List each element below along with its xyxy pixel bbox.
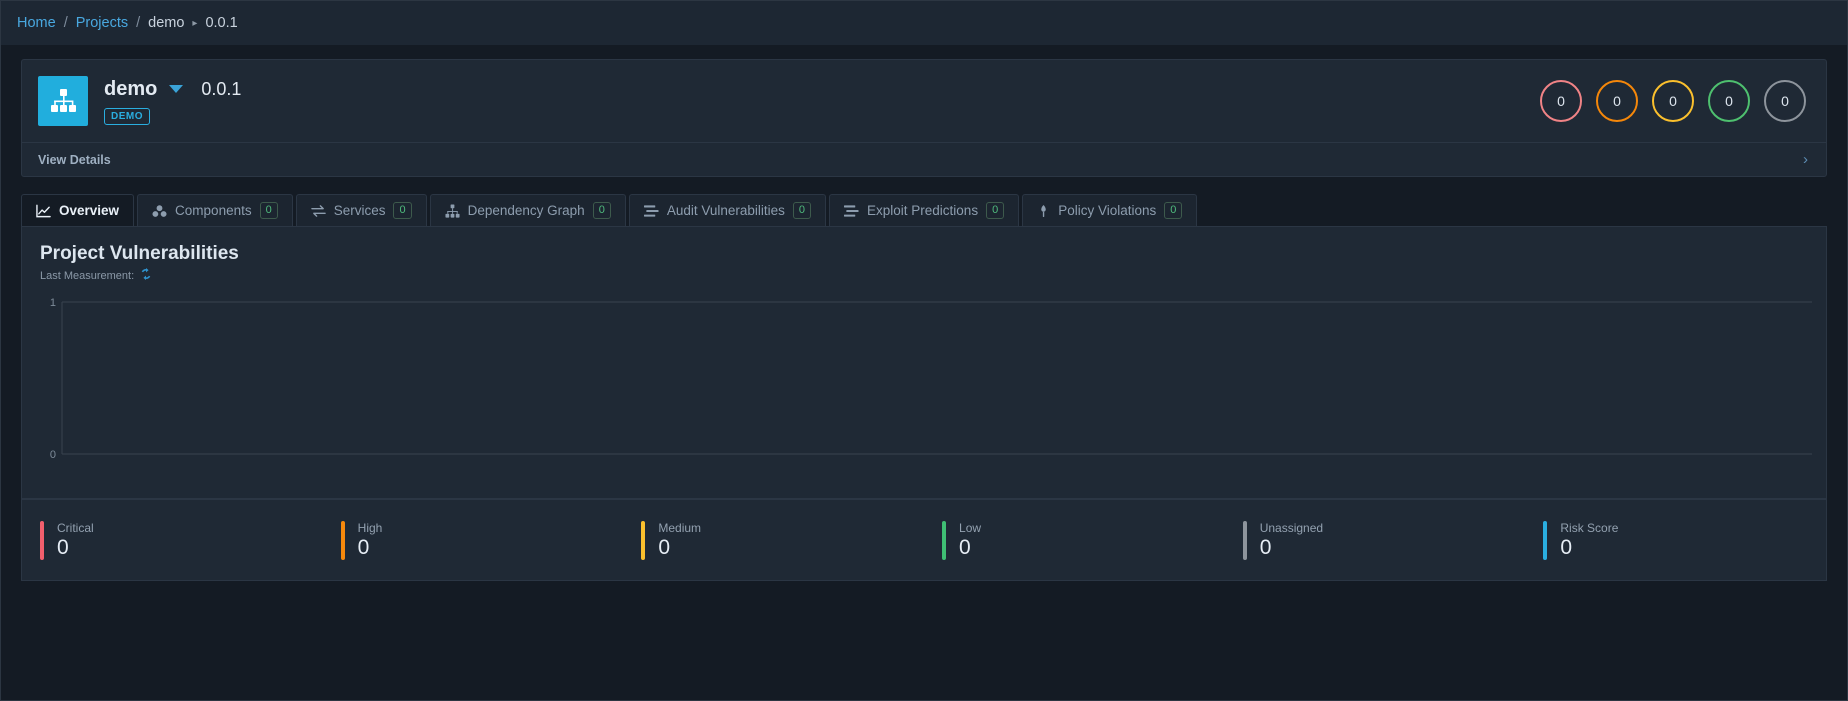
metric-medium: Medium 0 xyxy=(623,520,924,560)
breadcrumb-separator-1: / xyxy=(63,15,68,31)
chevron-down-icon[interactable] xyxy=(169,85,184,93)
severity-circle-unassigned[interactable]: 0 xyxy=(1764,80,1806,122)
metric-unassigned-bar xyxy=(1242,520,1247,560)
chart-line-icon xyxy=(36,204,51,218)
severity-circle-high[interactable]: 0 xyxy=(1596,80,1638,122)
metric-risk-score-value: 0 xyxy=(1560,535,1573,559)
chevron-right-icon[interactable]: › xyxy=(1803,151,1808,168)
page-root: Home / Projects / demo ▸ 0.0.1 demo 0.0.… xyxy=(0,0,1848,701)
severity-circles: 0 0 0 0 0 xyxy=(1540,80,1806,122)
y-axis-tick-1: 1 xyxy=(50,297,56,309)
list-icon xyxy=(844,204,859,218)
cubes-icon xyxy=(152,204,167,218)
gavel-icon xyxy=(1037,204,1050,218)
tab-dependency-graph-label: Dependency Graph xyxy=(467,203,585,218)
breadcrumb: Home / Projects / demo ▸ 0.0.1 xyxy=(1,1,1847,45)
tab-policy-violations-count: 0 xyxy=(1164,201,1183,220)
vulnerability-chart: 1 0 xyxy=(40,297,1812,482)
chart-svg: 1 0 xyxy=(50,297,1812,461)
y-axis-tick-0: 0 xyxy=(50,449,56,461)
breadcrumb-projects[interactable]: Projects xyxy=(76,15,128,31)
metric-risk-score-bar xyxy=(1543,520,1548,560)
page-title: demo xyxy=(104,77,158,100)
tab-overview[interactable]: Overview xyxy=(21,194,135,226)
project-meta: demo 0.0.1 DEMO xyxy=(104,78,241,125)
tab-audit-vulnerabilities-label: Audit Vulnerabilities xyxy=(666,203,785,218)
severity-circle-low[interactable]: 0 xyxy=(1708,80,1750,122)
tab-components[interactable]: Components 0 xyxy=(137,194,293,226)
tab-components-label: Components xyxy=(175,203,252,218)
tab-exploit-predictions-label: Exploit Predictions xyxy=(867,203,979,218)
panel-subtitle: Last Measurement: xyxy=(40,268,1808,283)
project-header-card: demo 0.0.1 DEMO 0 0 0 0 0 View Details › xyxy=(21,59,1827,177)
view-details-row[interactable]: View Details › xyxy=(22,142,1826,176)
exchange-icon xyxy=(310,204,326,218)
severity-circle-high-value: 0 xyxy=(1613,93,1621,109)
metric-high: High 0 xyxy=(323,520,624,560)
metric-low-bar xyxy=(942,520,947,560)
metric-medium-label: Medium xyxy=(658,520,702,535)
refresh-icon[interactable] xyxy=(140,268,152,283)
tab-exploit-predictions-count: 0 xyxy=(986,201,1005,220)
metric-risk-score-label: Risk Score xyxy=(1560,520,1619,535)
breadcrumb-project-name: demo xyxy=(148,15,185,31)
project-title-row: demo 0.0.1 xyxy=(104,78,241,101)
breadcrumb-home[interactable]: Home xyxy=(17,15,56,31)
tab-components-count: 0 xyxy=(259,201,278,220)
sitemap-icon xyxy=(38,76,88,126)
tab-policy-violations[interactable]: Policy Violations 0 xyxy=(1022,194,1198,226)
metric-critical-value: 0 xyxy=(57,535,69,559)
metric-high-bar xyxy=(340,520,345,560)
severity-circle-low-value: 0 xyxy=(1725,93,1733,109)
main-content: demo 0.0.1 DEMO 0 0 0 0 0 View Details › xyxy=(1,45,1847,581)
tab-services[interactable]: Services 0 xyxy=(295,194,427,226)
list-icon xyxy=(643,204,659,218)
tab-overview-label: Overview xyxy=(59,203,120,218)
metric-high-label: High xyxy=(357,520,383,535)
severity-metrics: Critical 0 High 0 Medium 0 Low 0 Unassig… xyxy=(21,499,1827,581)
tab-audit-vulnerabilities[interactable]: Audit Vulnerabilities 0 xyxy=(628,194,827,226)
view-details-label: View Details xyxy=(38,152,111,167)
metric-unassigned: Unassigned 0 xyxy=(1225,520,1526,560)
breadcrumb-version: 0.0.1 xyxy=(205,15,238,31)
severity-circle-unassigned-value: 0 xyxy=(1781,93,1789,109)
metric-critical-label: Critical xyxy=(57,520,94,535)
tab-exploit-predictions[interactable]: Exploit Predictions 0 xyxy=(829,194,1020,226)
status-badge: DEMO xyxy=(104,107,150,125)
metric-medium-value: 0 xyxy=(658,535,671,559)
metric-critical-bar xyxy=(40,520,44,560)
metric-medium-bar xyxy=(641,520,646,560)
breadcrumb-separator-2: / xyxy=(136,15,141,31)
severity-circle-medium[interactable]: 0 xyxy=(1652,80,1694,122)
tab-services-count: 0 xyxy=(393,201,412,220)
metric-high-value: 0 xyxy=(357,535,370,559)
sitemap-icon xyxy=(445,203,460,218)
severity-circle-critical-value: 0 xyxy=(1557,93,1565,109)
tab-dependency-graph-count: 0 xyxy=(592,201,611,220)
severity-circle-medium-value: 0 xyxy=(1669,93,1677,109)
project-header-top: demo 0.0.1 DEMO 0 0 0 0 0 xyxy=(22,60,1826,142)
severity-circle-critical[interactable]: 0 xyxy=(1540,80,1582,122)
project-version: 0.0.1 xyxy=(201,78,242,99)
tab-dependency-graph[interactable]: Dependency Graph 0 xyxy=(429,194,626,226)
metric-unassigned-label: Unassigned xyxy=(1259,520,1324,535)
metric-low-value: 0 xyxy=(959,535,971,559)
metric-critical: Critical 0 xyxy=(22,520,323,560)
metric-unassigned-value: 0 xyxy=(1259,535,1272,559)
tab-audit-vulnerabilities-count: 0 xyxy=(792,201,812,220)
metric-low: Low 0 xyxy=(924,520,1225,560)
caret-right-icon: ▸ xyxy=(192,17,198,29)
panel-title: Project Vulnerabilities xyxy=(40,243,239,264)
last-measurement-label: Last Measurement: xyxy=(40,269,135,282)
tab-bar: Overview Components 0 Services 0 Depende… xyxy=(21,194,1827,227)
tab-policy-violations-label: Policy Violations xyxy=(1058,203,1157,218)
metric-risk-score: Risk Score 0 xyxy=(1525,520,1826,560)
metric-low-label: Low xyxy=(959,520,982,535)
project-vulnerabilities-panel: Project Vulnerabilities Last Measurement… xyxy=(21,227,1827,499)
tab-services-label: Services xyxy=(333,203,386,218)
